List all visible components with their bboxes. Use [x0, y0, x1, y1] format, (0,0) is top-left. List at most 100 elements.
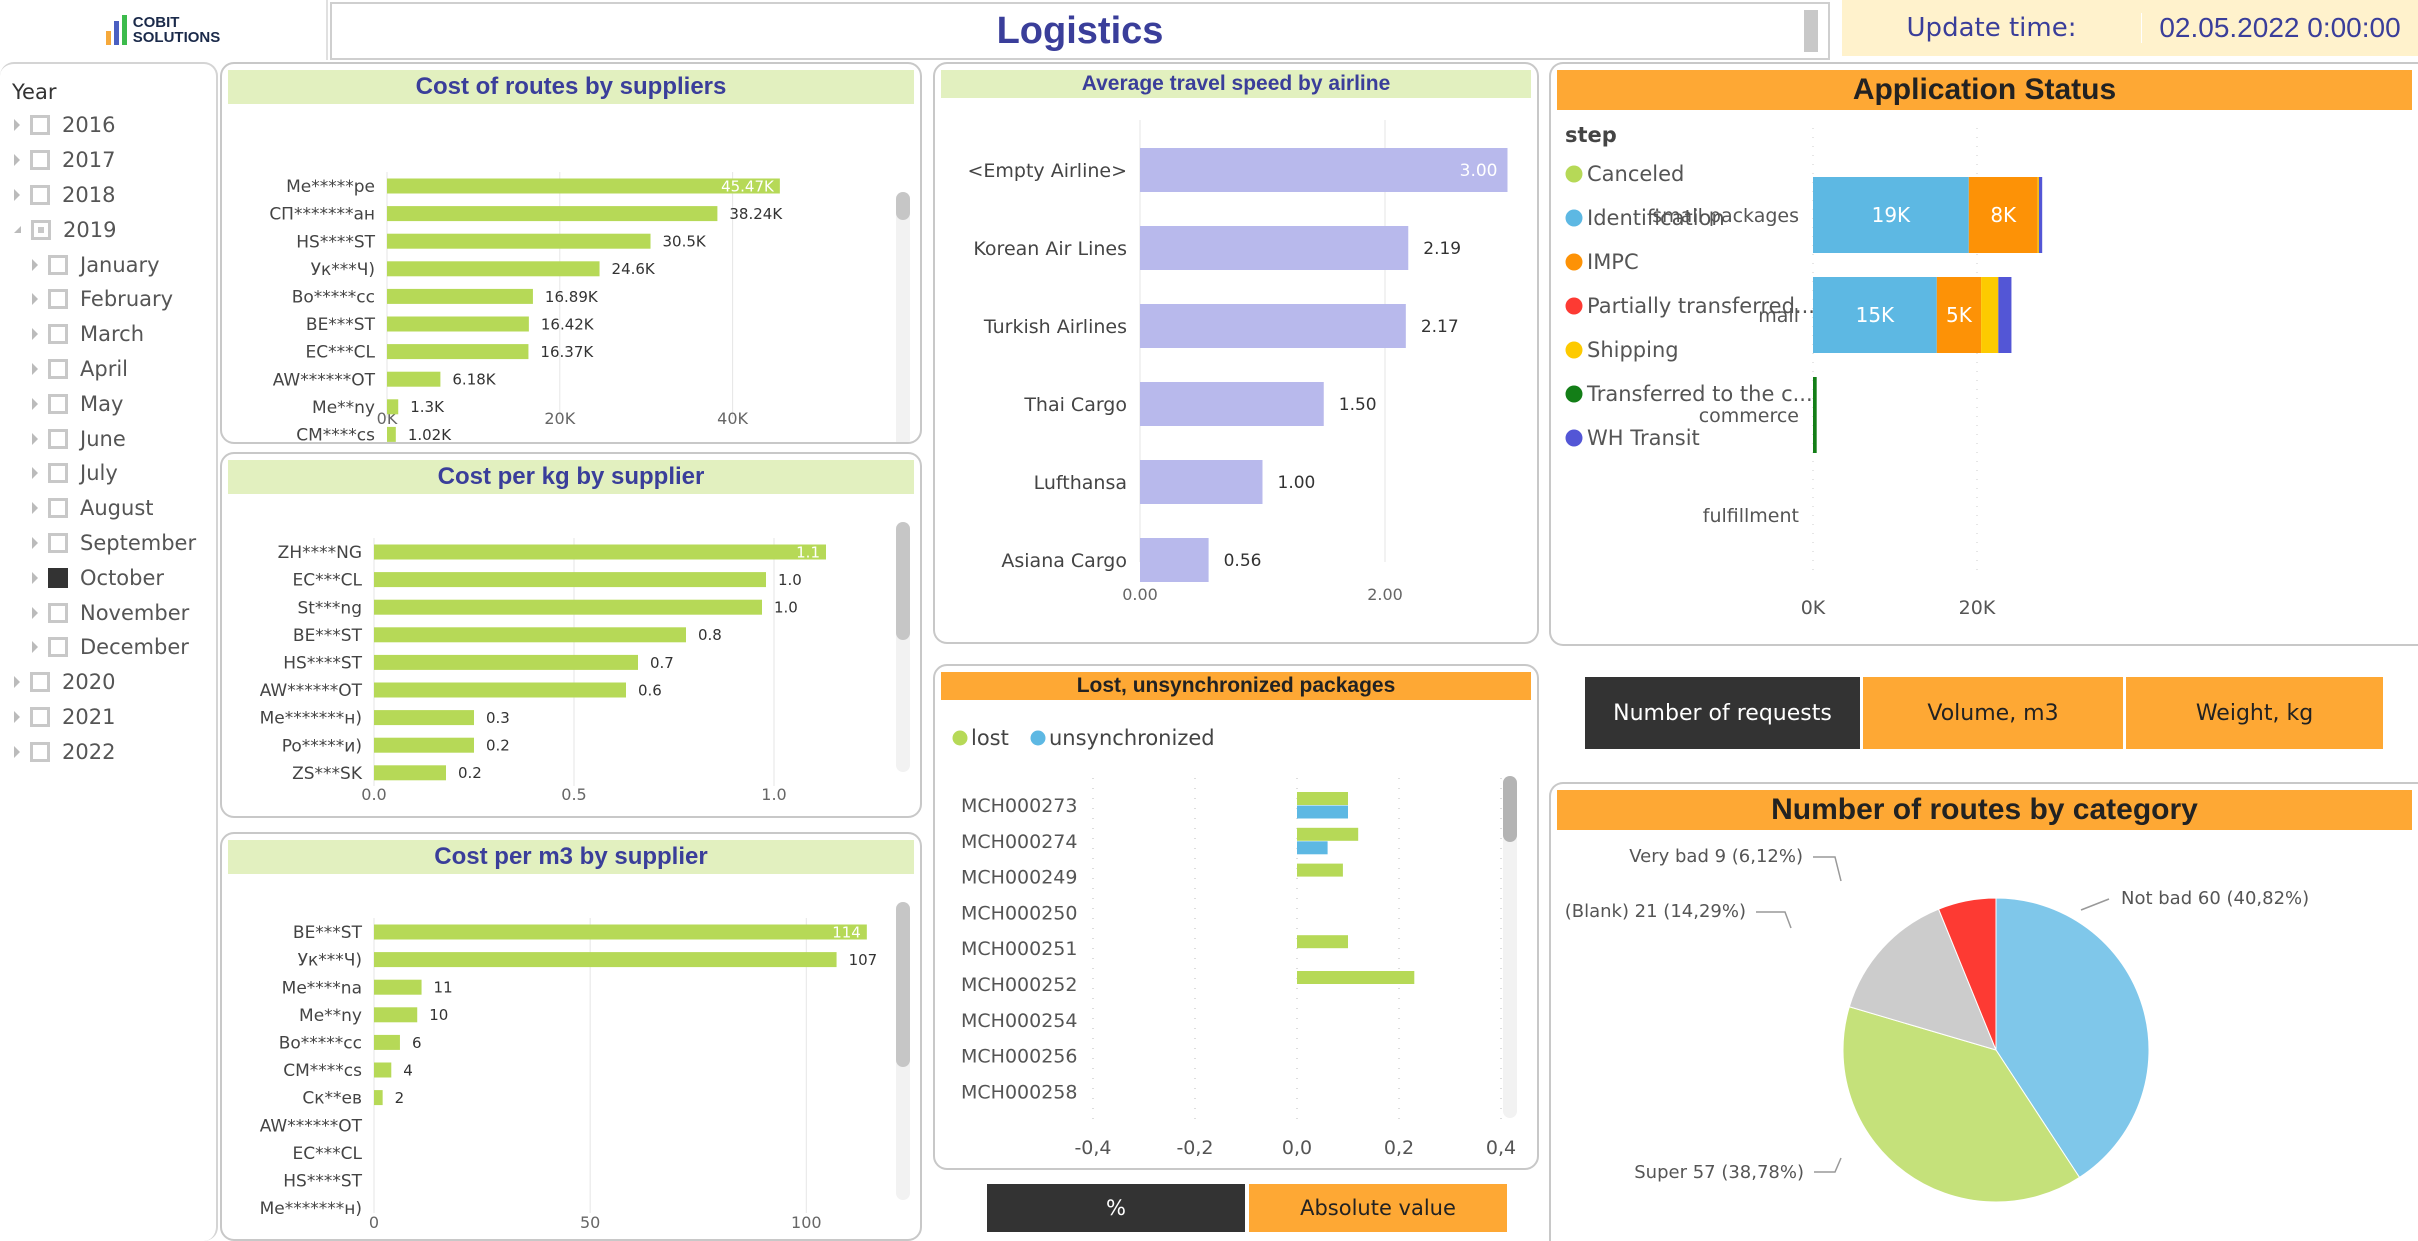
metric-button-number-of-requests[interactable]: Number of requests [1585, 677, 1860, 749]
slicer-item-2017[interactable]: 2017 [12, 143, 216, 178]
checkbox[interactable] [48, 324, 68, 345]
slicer-item-july[interactable]: July [12, 456, 216, 491]
bar-lost[interactable] [1297, 971, 1415, 984]
bar[interactable] [387, 371, 441, 387]
expand-arrow-icon[interactable] [32, 328, 38, 341]
slicer-item-2018[interactable]: 2018 [12, 178, 216, 213]
bar[interactable] [374, 1090, 383, 1106]
slicer-item-2022[interactable]: 2022 [12, 734, 216, 769]
slicer-item-2020[interactable]: 2020 [12, 665, 216, 700]
bar[interactable] [374, 682, 626, 698]
slicer-item-february[interactable]: February [12, 282, 216, 317]
legend-item-label[interactable]: Transferred to the c... [1586, 382, 1813, 406]
expand-arrow-icon[interactable] [32, 293, 38, 306]
cost-m3-scrollbar[interactable] [896, 902, 910, 1200]
slicer-item-december[interactable]: December [12, 630, 216, 665]
expand-arrow-icon[interactable] [32, 258, 38, 271]
bar[interactable] [374, 710, 474, 726]
bar[interactable] [1140, 304, 1406, 348]
legend-lost-label[interactable]: lost [971, 726, 1009, 750]
bar[interactable] [374, 1034, 400, 1050]
expand-arrow-icon[interactable] [32, 502, 38, 515]
legend-item-label[interactable]: IMPC [1587, 250, 1639, 274]
slicer-item-may[interactable]: May [12, 386, 216, 421]
expand-arrow-icon[interactable] [32, 641, 38, 654]
scrollbar-thumb[interactable] [896, 192, 910, 220]
legend-unsynchronized-label[interactable]: unsynchronized [1049, 726, 1215, 750]
expand-arrow-icon[interactable] [14, 154, 20, 167]
cost-routes-scrollbar[interactable] [896, 192, 910, 442]
slicer-item-september[interactable]: September [12, 526, 216, 561]
bar-lost[interactable] [1297, 935, 1348, 949]
collapse-arrow-icon[interactable] [14, 226, 21, 234]
bar[interactable] [374, 627, 686, 643]
expand-arrow-icon[interactable] [32, 606, 38, 619]
bar[interactable] [1140, 460, 1263, 504]
slicer-item-november[interactable]: November [12, 595, 216, 630]
slicer-item-2021[interactable]: 2021 [12, 700, 216, 735]
bar[interactable] [1140, 382, 1324, 426]
bar[interactable] [374, 979, 422, 995]
scrollbar-thumb[interactable] [1503, 776, 1517, 842]
metric-button-volume-m3[interactable]: Volume, m3 [1863, 677, 2123, 749]
checkbox[interactable] [48, 498, 68, 519]
bar-segment[interactable] [2038, 177, 2043, 253]
checkbox[interactable] [48, 567, 68, 588]
slicer-item-august[interactable]: August [12, 491, 216, 526]
expand-arrow-icon[interactable] [14, 676, 20, 689]
bar-lost[interactable] [1297, 863, 1343, 877]
expand-arrow-icon[interactable] [32, 571, 38, 584]
checkbox[interactable] [48, 602, 68, 623]
bar[interactable] [374, 654, 638, 670]
bar[interactable] [387, 288, 533, 304]
bar-unsynchronized[interactable] [1297, 805, 1348, 819]
checkbox[interactable] [30, 741, 50, 762]
checkbox[interactable] [30, 706, 50, 727]
bar[interactable] [374, 924, 867, 940]
checkbox[interactable] [48, 463, 68, 484]
scrollbar-thumb[interactable] [896, 902, 910, 1067]
slicer-item-january[interactable]: January [12, 247, 216, 282]
bar-segment[interactable] [1813, 377, 1817, 453]
checkbox[interactable] [30, 184, 50, 205]
legend-item-label[interactable]: Shipping [1587, 338, 1679, 362]
bar[interactable] [374, 1007, 418, 1023]
lost-packages-scrollbar[interactable] [1503, 776, 1517, 1118]
expand-arrow-icon[interactable] [14, 745, 20, 758]
percent-toggle-button[interactable]: % [987, 1184, 1245, 1232]
bar[interactable] [374, 599, 762, 615]
expand-arrow-icon[interactable] [32, 397, 38, 410]
bar[interactable] [374, 737, 474, 753]
legend-item-label[interactable]: Canceled [1587, 162, 1684, 186]
bar[interactable] [387, 426, 396, 442]
checkbox[interactable] [48, 393, 68, 414]
bar-segment[interactable] [1998, 277, 2012, 353]
slicer-item-april[interactable]: April [12, 352, 216, 387]
bar[interactable] [387, 344, 529, 360]
expand-arrow-icon[interactable] [14, 188, 20, 201]
title-scrollbar[interactable] [1804, 10, 1818, 52]
bar-segment[interactable] [1981, 277, 1999, 353]
bar-lost[interactable] [1297, 792, 1348, 805]
bar[interactable] [387, 206, 718, 222]
expand-arrow-icon[interactable] [32, 467, 38, 480]
checkbox[interactable] [30, 672, 50, 693]
bar[interactable] [374, 572, 766, 588]
checkbox[interactable] [48, 254, 68, 275]
slicer-item-2016[interactable]: 2016 [12, 108, 216, 143]
absolute-value-toggle-button[interactable]: Absolute value [1249, 1184, 1507, 1232]
bar[interactable] [1140, 226, 1409, 270]
cost-kg-scrollbar[interactable] [896, 522, 910, 772]
slicer-item-october[interactable]: October [12, 560, 216, 595]
scrollbar-thumb[interactable] [896, 522, 910, 640]
checkbox[interactable] [30, 150, 50, 171]
slicer-item-march[interactable]: March [12, 317, 216, 352]
bar[interactable] [374, 1062, 392, 1078]
checkbox[interactable] [48, 358, 68, 379]
expand-arrow-icon[interactable] [32, 536, 38, 549]
legend-item-label[interactable]: WH Transit [1587, 426, 1700, 450]
expand-arrow-icon[interactable] [14, 119, 20, 132]
checkbox[interactable] [48, 289, 68, 310]
bar[interactable] [374, 952, 837, 968]
expand-arrow-icon[interactable] [32, 432, 38, 445]
